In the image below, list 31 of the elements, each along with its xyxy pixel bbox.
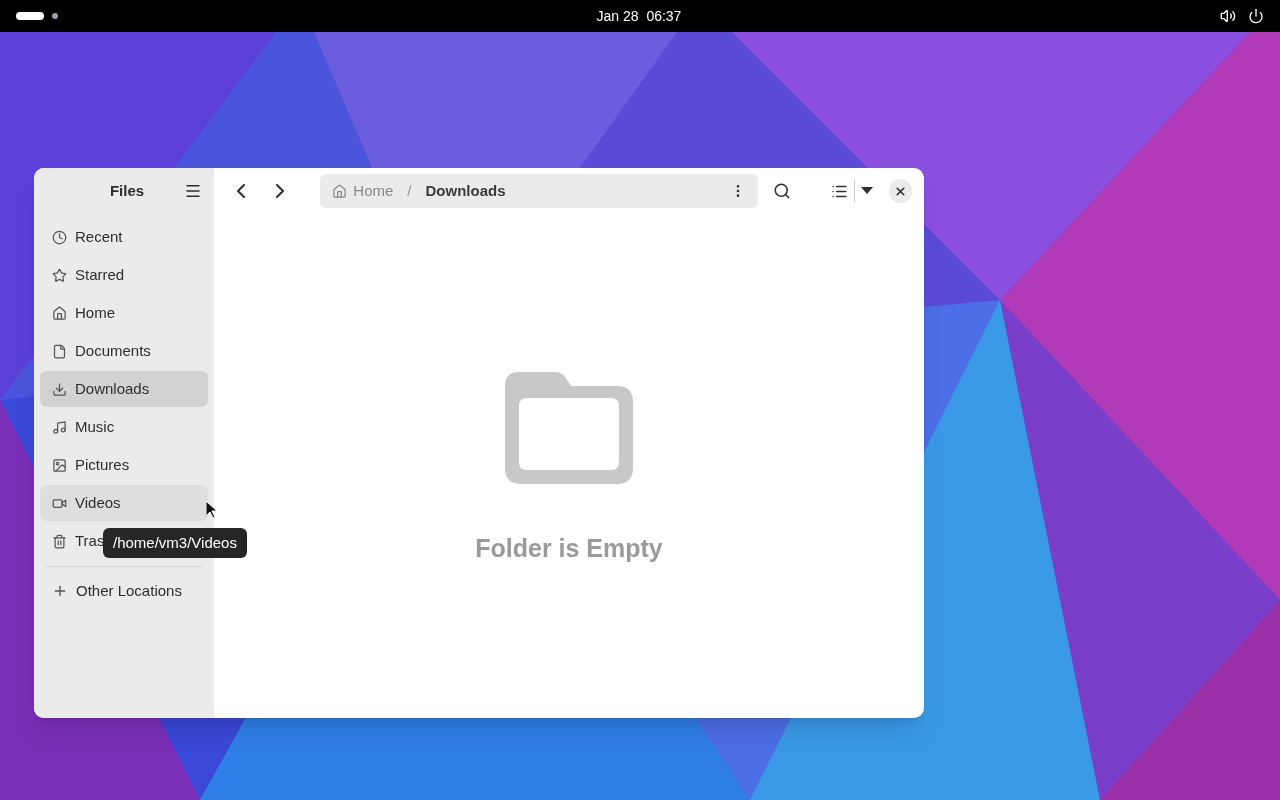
path-separator: / <box>407 180 412 201</box>
search-icon <box>772 182 791 200</box>
empty-state-message: Folder is Empty <box>475 533 663 564</box>
chevron-left-icon <box>237 184 246 198</box>
workspace-indicator-icon[interactable] <box>16 12 44 20</box>
trash-icon <box>52 533 67 549</box>
star-icon <box>52 267 67 283</box>
sidebar-item[interactable]: Other Locations <box>40 573 208 609</box>
menu-icon[interactable] <box>184 182 202 200</box>
music-note-icon <box>52 419 67 435</box>
close-icon <box>894 184 907 198</box>
document-icon <box>52 343 67 359</box>
chevron-right-icon <box>276 184 284 198</box>
clock-icon <box>52 229 67 245</box>
dropdown-triangle-icon[interactable] <box>861 187 873 195</box>
image-icon <box>52 457 67 473</box>
close-button[interactable] <box>889 179 912 203</box>
tooltip: /home/vm3/Videos <box>103 528 247 558</box>
folder-icon <box>505 372 633 484</box>
power-icon[interactable] <box>1248 8 1264 24</box>
sidebar-item[interactable]: Downloads <box>40 371 208 407</box>
volume-icon[interactable] <box>1220 8 1236 24</box>
sidebar-item[interactable]: Videos <box>40 485 208 521</box>
app-title: Files <box>109 180 145 201</box>
clock[interactable]: Jan 28 06:37 <box>596 5 682 27</box>
plus-icon <box>52 583 68 599</box>
home-icon <box>332 183 348 199</box>
mouse-cursor-icon <box>206 501 218 519</box>
home-icon <box>52 305 67 321</box>
path-segment[interactable]: Downloads <box>425 179 506 203</box>
download-icon <box>52 381 67 397</box>
